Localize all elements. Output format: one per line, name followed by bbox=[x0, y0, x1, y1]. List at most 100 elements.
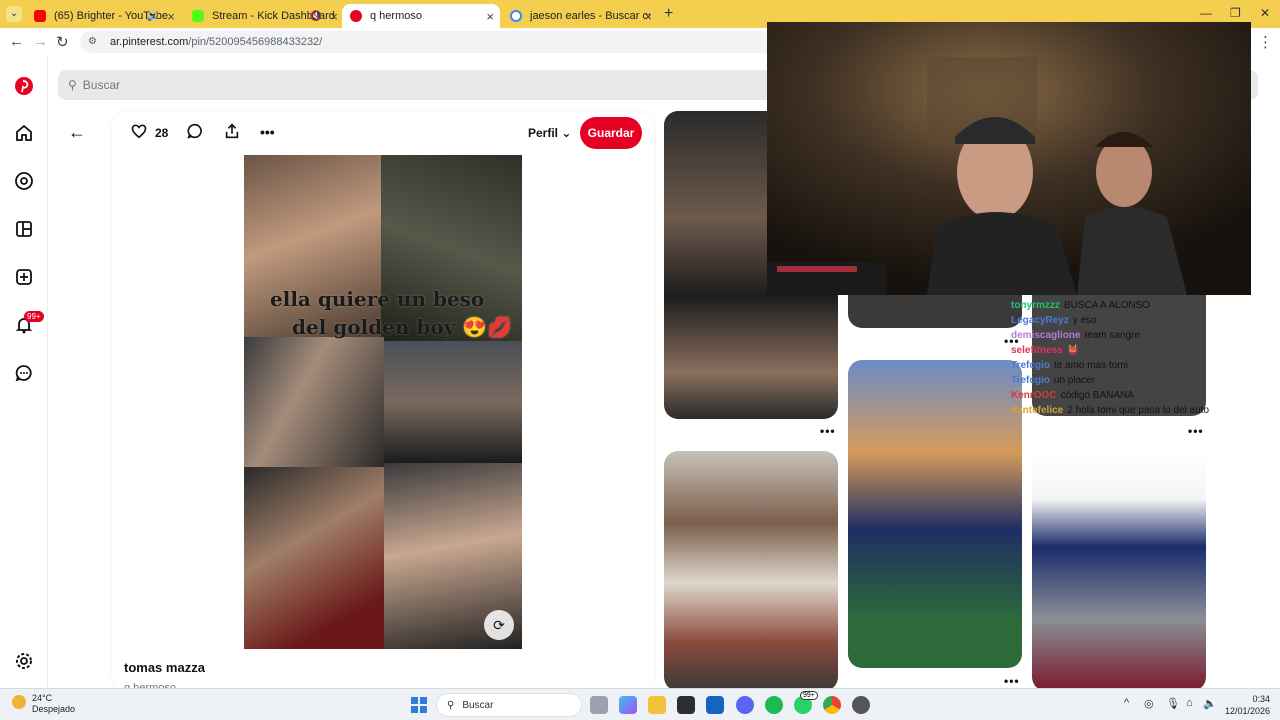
task-view-icon[interactable] bbox=[590, 696, 608, 714]
profile-label: Perfil bbox=[528, 126, 559, 140]
chat-text: código BANANA bbox=[1060, 390, 1134, 401]
chat-text: team sangre bbox=[1084, 330, 1141, 341]
more-options-icon[interactable]: ••• bbox=[1004, 674, 1020, 688]
file-explorer-icon[interactable] bbox=[648, 696, 666, 714]
store-icon[interactable] bbox=[677, 696, 695, 714]
tab-title: q hermoso bbox=[370, 10, 422, 22]
chat-message: LegacyReyz y eso bbox=[1011, 313, 1211, 328]
whatsapp-badge: 99+ bbox=[800, 691, 818, 700]
minimize-button[interactable]: — bbox=[1200, 6, 1212, 20]
chat-text: te amo mas tomi bbox=[1053, 360, 1128, 371]
chat-text: y eso bbox=[1072, 315, 1097, 326]
more-options-icon[interactable]: ••• bbox=[1188, 424, 1204, 438]
weather-temp: 24°C bbox=[32, 693, 53, 703]
discord-icon[interactable] bbox=[736, 696, 754, 714]
pinterest-icon bbox=[350, 10, 362, 22]
chat-user: dantefelice bbox=[1011, 405, 1064, 416]
close-icon[interactable]: × bbox=[167, 9, 175, 24]
speaker-icon[interactable]: 🔊 bbox=[147, 11, 159, 22]
windows-start-icon[interactable] bbox=[410, 696, 428, 714]
youtube-icon bbox=[34, 10, 46, 22]
pin-card[interactable] bbox=[848, 290, 1022, 328]
chat-message: dantefelice 2 hola tomi que pasa lo del a… bbox=[1011, 403, 1211, 418]
chat-user: Trefcgio bbox=[1011, 375, 1050, 386]
microphone-icon[interactable]: 🎙 bbox=[1166, 697, 1180, 710]
obs-icon[interactable] bbox=[852, 696, 870, 714]
more-options-icon[interactable]: ••• bbox=[260, 124, 275, 140]
chat-message: tonyrmzzz BUSCA A ALONSO bbox=[1011, 298, 1211, 313]
explore-icon[interactable] bbox=[14, 171, 34, 191]
mute-icon[interactable]: 🔇 bbox=[310, 11, 322, 22]
kick-icon bbox=[192, 10, 204, 22]
chat-user: LegacyReyz bbox=[1011, 315, 1069, 326]
search-icon: ⚲ bbox=[68, 78, 77, 92]
settings-icon[interactable] bbox=[14, 651, 34, 671]
chat-user: selefitness bbox=[1011, 345, 1063, 356]
pin-card[interactable] bbox=[1032, 451, 1206, 691]
mail-icon[interactable] bbox=[706, 696, 724, 714]
spotify-icon[interactable] bbox=[765, 696, 783, 714]
caption-line: del golden boy 😍💋 bbox=[292, 315, 513, 339]
webcam-overlay bbox=[767, 22, 1251, 295]
back-button[interactable]: ← bbox=[9, 33, 24, 50]
tab-youtube[interactable]: (65) Brighter - YouTube 🔊 × bbox=[26, 4, 181, 28]
boards-icon[interactable] bbox=[14, 219, 34, 239]
chat-user: Trefcgio bbox=[1011, 360, 1050, 371]
site-info-icon[interactable]: ⚙ bbox=[88, 36, 102, 48]
search-placeholder: Buscar bbox=[82, 78, 121, 92]
chat-text: un placer bbox=[1053, 375, 1096, 386]
visual-search-button[interactable]: ⟳ bbox=[484, 610, 514, 640]
restore-button[interactable]: ❐ bbox=[1230, 6, 1241, 20]
collage-photo bbox=[244, 337, 384, 467]
tab-pinterest[interactable]: q hermoso × bbox=[342, 4, 500, 28]
tab-kick[interactable]: Stream - Kick Dashboard 🔇 × bbox=[184, 4, 344, 28]
close-icon[interactable]: × bbox=[486, 9, 494, 24]
chat-text: 👹 bbox=[1066, 345, 1080, 356]
weather-widget[interactable]: 24°C Despejado bbox=[12, 693, 75, 715]
share-icon[interactable] bbox=[223, 122, 241, 140]
chat-message: Trefcgio un placer bbox=[1011, 373, 1211, 388]
address-bar[interactable]: ⚙ ar.pinterest.com /pin/5200954569884332… bbox=[80, 31, 780, 53]
chrome-icon[interactable] bbox=[823, 696, 841, 714]
system-clock[interactable]: 0:34 12/01/2026 bbox=[1220, 693, 1270, 717]
profile-dropdown[interactable]: Perfil ⌄ bbox=[528, 126, 571, 140]
close-icon[interactable]: × bbox=[330, 9, 338, 24]
home-icon[interactable] bbox=[14, 123, 34, 143]
tab-search-button[interactable]: ⌄ bbox=[6, 6, 22, 22]
chat-user: tonyrmzzz bbox=[1011, 300, 1060, 311]
url-path: /pin/520095456988433232/ bbox=[188, 36, 323, 48]
window-close-button[interactable]: ✕ bbox=[1260, 6, 1270, 20]
pin-card[interactable] bbox=[848, 360, 1022, 668]
clock-time: 0:34 bbox=[1252, 694, 1270, 704]
url-host: ar.pinterest.com bbox=[110, 36, 189, 48]
save-button[interactable]: Guardar bbox=[580, 117, 642, 149]
close-icon[interactable]: × bbox=[644, 9, 652, 24]
more-options-icon[interactable]: ••• bbox=[820, 424, 836, 438]
create-icon[interactable] bbox=[14, 267, 34, 287]
chat-message: demiscaglione team sangre bbox=[1011, 328, 1211, 343]
taskbar-search[interactable]: ⚲ Buscar bbox=[436, 693, 582, 717]
browser-menu-icon[interactable]: ⋮ bbox=[1258, 33, 1273, 51]
pin-image[interactable] bbox=[244, 155, 522, 649]
tray-chevron-icon[interactable]: ^ bbox=[1124, 697, 1129, 709]
heart-icon[interactable] bbox=[130, 122, 148, 140]
new-tab-button[interactable]: + bbox=[664, 5, 673, 23]
pin-title: tomas mazza bbox=[124, 660, 205, 675]
chat-message: KenrOOC código BANANA bbox=[1011, 388, 1211, 403]
back-arrow-icon[interactable]: ← bbox=[68, 122, 86, 143]
reload-button[interactable]: ↻ bbox=[56, 33, 69, 51]
tray-app-icon[interactable]: ◎ bbox=[1144, 697, 1154, 710]
volume-icon[interactable]: 🔈 bbox=[1203, 697, 1217, 710]
pin-card[interactable] bbox=[664, 451, 838, 691]
forward-button[interactable]: → bbox=[33, 33, 48, 50]
collage-photo bbox=[384, 341, 522, 463]
pinterest-logo-icon[interactable] bbox=[14, 76, 34, 96]
comment-icon[interactable] bbox=[186, 122, 204, 140]
network-icon[interactable]: ⌂ bbox=[1186, 697, 1193, 709]
tab-google[interactable]: jaeson earles - Buscar con Goo... × bbox=[502, 4, 658, 28]
moon-icon bbox=[12, 695, 26, 709]
messages-icon[interactable] bbox=[14, 363, 34, 383]
webcam-feed bbox=[767, 22, 1251, 295]
tab-title: jaeson earles - Buscar con Goo... bbox=[530, 10, 650, 22]
copilot-icon[interactable] bbox=[619, 696, 637, 714]
